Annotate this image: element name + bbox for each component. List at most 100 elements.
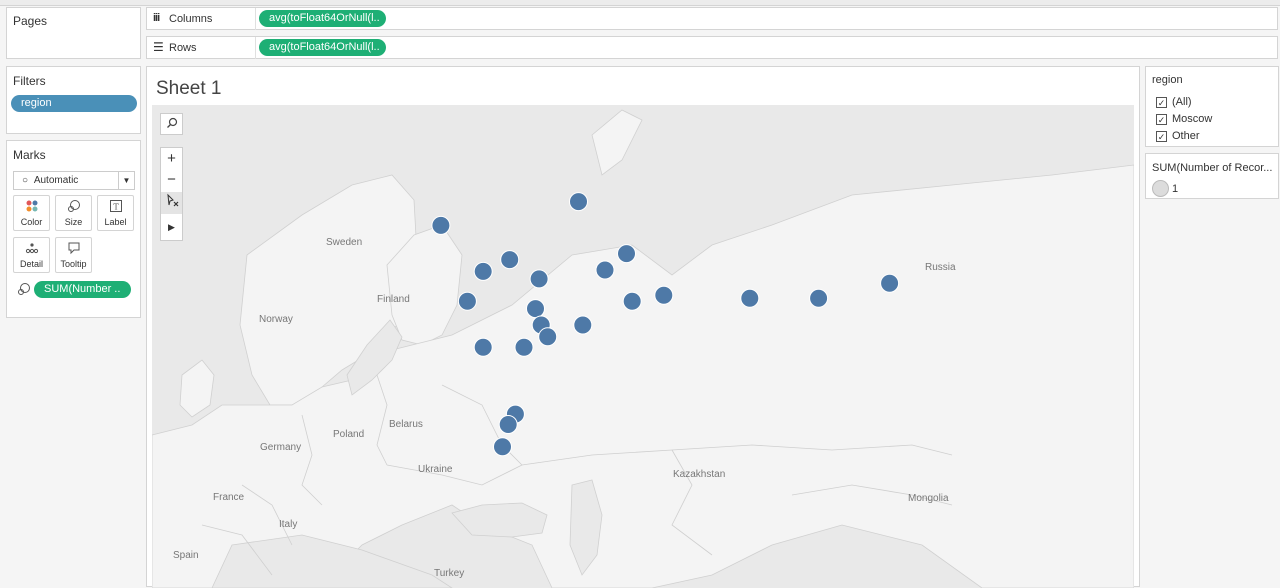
- rows-label: Rows: [169, 42, 197, 54]
- svg-text:T: T: [113, 203, 119, 212]
- map-point-0[interactable]: [431, 215, 451, 235]
- rows-icon: ☰: [153, 40, 164, 54]
- map-point-8[interactable]: [526, 299, 545, 319]
- label-germany: Germany: [260, 442, 301, 453]
- label-poland: Poland: [333, 429, 364, 440]
- region-item-2[interactable]: ✓ Other: [1156, 130, 1200, 142]
- columns-shelf[interactable]: iii Columns avg(toFloat64OrNull(l..: [146, 7, 1278, 30]
- map-point-17[interactable]: [473, 337, 493, 357]
- top-tab-strip: [0, 0, 1280, 6]
- map-point-5[interactable]: [617, 244, 636, 264]
- region-item-0[interactable]: ✓ (All): [1156, 96, 1192, 108]
- size-button[interactable]: Size: [55, 195, 92, 231]
- color-button[interactable]: Color: [13, 195, 50, 231]
- label-sweden: Sweden: [326, 237, 362, 248]
- label-turkey: Turkey: [434, 568, 464, 579]
- minus-icon: −: [167, 171, 176, 188]
- pin-reset-icon: [165, 193, 179, 211]
- pages-panel[interactable]: Pages: [6, 7, 141, 59]
- map-point-12[interactable]: [622, 291, 642, 311]
- size-legend-title: SUM(Number of Recor...: [1152, 162, 1273, 174]
- filters-panel[interactable]: Filters region: [6, 66, 141, 134]
- label-button[interactable]: T Label: [97, 195, 134, 231]
- chevron-down-icon: ▼: [118, 172, 134, 189]
- size-icon: [56, 199, 91, 217]
- checkbox-icon[interactable]: ✓: [1156, 114, 1167, 125]
- size-measure-pill[interactable]: SUM(Number ..: [34, 281, 131, 298]
- detail-button[interactable]: Detail: [13, 237, 50, 273]
- zoom-out-button[interactable]: −: [161, 170, 182, 192]
- map-canvas[interactable]: Sweden Finland Norway Russia Belarus Pol…: [152, 105, 1134, 588]
- tooltip-label: Tooltip: [60, 259, 87, 269]
- map-point-10[interactable]: [538, 327, 558, 347]
- text-label-icon: T: [98, 199, 133, 217]
- label-finland: Finland: [377, 294, 410, 305]
- map-point-21[interactable]: [493, 437, 512, 457]
- region-legend-title: region: [1152, 74, 1183, 86]
- plus-icon: +: [167, 150, 176, 167]
- map-point-16[interactable]: [880, 273, 900, 293]
- color-label: Color: [20, 217, 43, 227]
- map-point-11[interactable]: [573, 315, 593, 335]
- shelf-divider: [255, 8, 256, 30]
- size-encoding-icon: [17, 282, 31, 301]
- expand-toolbar-button[interactable]: ▶: [161, 214, 182, 238]
- region-item-label: Other: [1172, 130, 1200, 142]
- size-label: Size: [64, 217, 83, 227]
- map-point-20[interactable]: [498, 415, 518, 434]
- reset-map-button[interactable]: [161, 192, 182, 214]
- map-point-2[interactable]: [473, 261, 493, 281]
- columns-label: Columns: [169, 13, 213, 25]
- label-norway: Norway: [259, 314, 293, 325]
- sheet-title: Sheet 1: [156, 78, 222, 99]
- detail-icon: [14, 241, 49, 259]
- map-point-15[interactable]: [809, 288, 829, 308]
- mark-type-dropdown[interactable]: ○ Automatic ▼: [13, 171, 135, 190]
- marks-panel[interactable]: Marks ○ Automatic ▼ Color Size T Label D…: [6, 140, 141, 318]
- size-legend-circle: [1152, 180, 1169, 197]
- label-belarus: Belarus: [389, 419, 423, 430]
- speech-bubble-icon: [56, 241, 91, 259]
- map-point-14[interactable]: [740, 288, 760, 308]
- sheet-view[interactable]: Sheet 1 Sweden Finland Norway Russia Bel…: [146, 66, 1140, 588]
- search-icon: [166, 116, 178, 132]
- shelf-divider: [255, 37, 256, 59]
- region-filter-pill[interactable]: region: [11, 95, 137, 112]
- tooltip-button[interactable]: Tooltip: [55, 237, 92, 273]
- detail-label: Detail: [19, 259, 43, 269]
- checkbox-icon[interactable]: ✓: [1156, 97, 1167, 108]
- map-point-18[interactable]: [514, 337, 534, 357]
- size-legend[interactable]: SUM(Number of Recor... 1: [1145, 153, 1279, 199]
- mark-type-value: Automatic: [33, 175, 79, 186]
- play-right-icon: ▶: [168, 222, 175, 232]
- circle-icon: ○: [22, 175, 29, 186]
- marks-title: Marks: [13, 148, 46, 162]
- region-item-label: (All): [1172, 96, 1192, 108]
- map-point-3[interactable]: [500, 250, 520, 270]
- label-france: France: [213, 492, 245, 503]
- map-search-button[interactable]: [160, 113, 183, 135]
- rows-pill[interactable]: avg(toFloat64OrNull(l..: [259, 39, 386, 56]
- region-legend[interactable]: region ✓ (All) ✓ Moscow ✓ Other: [1145, 66, 1279, 147]
- label-mongolia: Mongolia: [908, 493, 949, 504]
- map-point-4[interactable]: [595, 260, 615, 280]
- label-kazakhstan: Kazakhstan: [673, 469, 725, 480]
- pages-title: Pages: [13, 14, 48, 28]
- map-point-1[interactable]: [569, 192, 588, 212]
- zoom-in-button[interactable]: +: [161, 148, 182, 170]
- size-legend-value: 1: [1172, 183, 1179, 195]
- checkbox-icon[interactable]: ✓: [1156, 131, 1167, 142]
- columns-icon: iii: [153, 12, 160, 24]
- label-spain: Spain: [173, 550, 199, 561]
- color-icon: [14, 199, 49, 217]
- map-point-6[interactable]: [457, 291, 477, 311]
- map-point-7[interactable]: [529, 269, 549, 289]
- filters-title: Filters: [13, 74, 46, 88]
- map-point-13[interactable]: [654, 285, 674, 305]
- region-item-1[interactable]: ✓ Moscow: [1156, 113, 1212, 125]
- columns-pill[interactable]: avg(toFloat64OrNull(l..: [259, 10, 386, 27]
- region-item-label: Moscow: [1172, 113, 1213, 125]
- label-label: Label: [104, 217, 127, 227]
- rows-shelf[interactable]: ☰ Rows avg(toFloat64OrNull(l..: [146, 36, 1278, 59]
- label-ukraine: Ukraine: [418, 464, 453, 475]
